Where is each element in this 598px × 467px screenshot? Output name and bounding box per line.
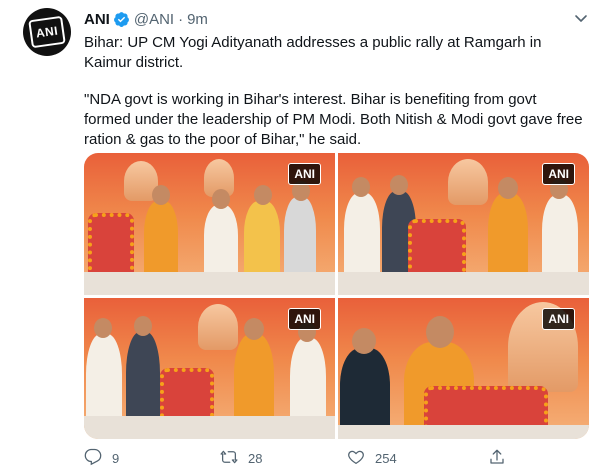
display-name[interactable]: ANI bbox=[84, 11, 110, 28]
tweet-text-paragraph-2: "NDA govt is working in Bihar's interest… bbox=[84, 91, 583, 148]
retweet-count: 28 bbox=[248, 450, 263, 466]
verified-badge-icon bbox=[113, 11, 130, 28]
tweet-text-paragraph-1: Bihar: UP CM Yogi Adityanath addresses a… bbox=[84, 34, 542, 71]
media-grid: ANI ANI ANI ANI bbox=[84, 153, 589, 439]
like-button[interactable]: 254 bbox=[347, 448, 397, 467]
ani-watermark: ANI bbox=[542, 308, 575, 330]
separator-dot: · bbox=[178, 10, 184, 28]
tweet-header: ANI @ANI · 9m bbox=[84, 9, 208, 29]
avatar[interactable]: ANI bbox=[23, 8, 71, 56]
ani-watermark: ANI bbox=[288, 308, 321, 330]
tweet-photo-3[interactable]: ANI bbox=[84, 298, 335, 439]
ani-watermark: ANI bbox=[542, 163, 575, 185]
timestamp[interactable]: 9m bbox=[187, 11, 208, 28]
retweet-button[interactable]: 28 bbox=[220, 448, 262, 467]
tweet-photo-2[interactable]: ANI bbox=[338, 153, 589, 295]
avatar-logo-text: ANI bbox=[28, 15, 66, 49]
reply-button[interactable]: 9 bbox=[84, 448, 119, 467]
user-handle[interactable]: @ANI bbox=[134, 11, 174, 28]
chevron-down-icon[interactable] bbox=[573, 10, 589, 26]
share-icon bbox=[488, 448, 506, 467]
tweet-action-bar: 9 28 254 bbox=[84, 448, 544, 467]
reply-icon bbox=[84, 448, 102, 467]
like-count: 254 bbox=[375, 450, 397, 466]
tweet-photo-1[interactable]: ANI bbox=[84, 153, 335, 295]
retweet-icon bbox=[220, 448, 238, 467]
reply-count: 9 bbox=[112, 450, 120, 466]
share-button[interactable] bbox=[488, 448, 506, 467]
tweet-photo-4[interactable]: ANI bbox=[338, 298, 589, 439]
like-icon bbox=[347, 448, 365, 467]
ani-watermark: ANI bbox=[288, 163, 321, 185]
